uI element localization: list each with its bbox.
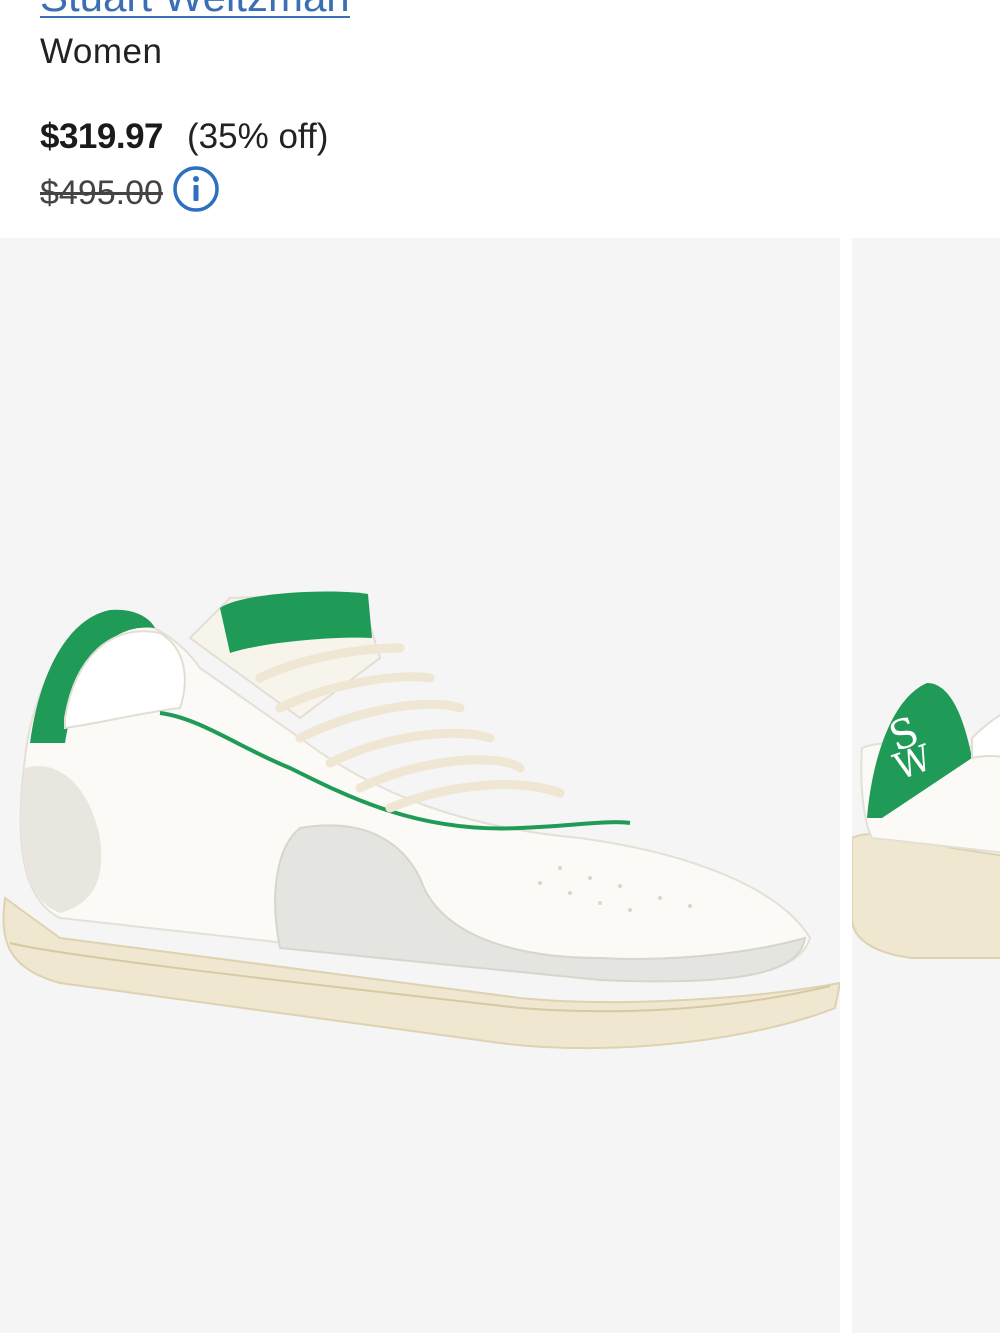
price-row: $319.97 (35% off) (40, 117, 328, 157)
product-category: Women (40, 32, 163, 71)
sneaker-heel-image: S W (852, 683, 1000, 959)
brand-link[interactable]: Stuart Weitzman (40, 0, 350, 18)
original-price: $495.00 (40, 173, 163, 212)
sale-price: $319.97 (40, 117, 164, 156)
discount-label: (35% off) (187, 117, 329, 156)
info-circle-icon[interactable] (171, 164, 221, 214)
sneaker-image (2, 591, 840, 1050)
product-image-gallery[interactable]: S W (0, 238, 1000, 1333)
original-price-row: $495.00 (40, 166, 221, 214)
product-image-main[interactable] (0, 238, 840, 1333)
product-image-secondary[interactable]: S W (852, 238, 1000, 1333)
